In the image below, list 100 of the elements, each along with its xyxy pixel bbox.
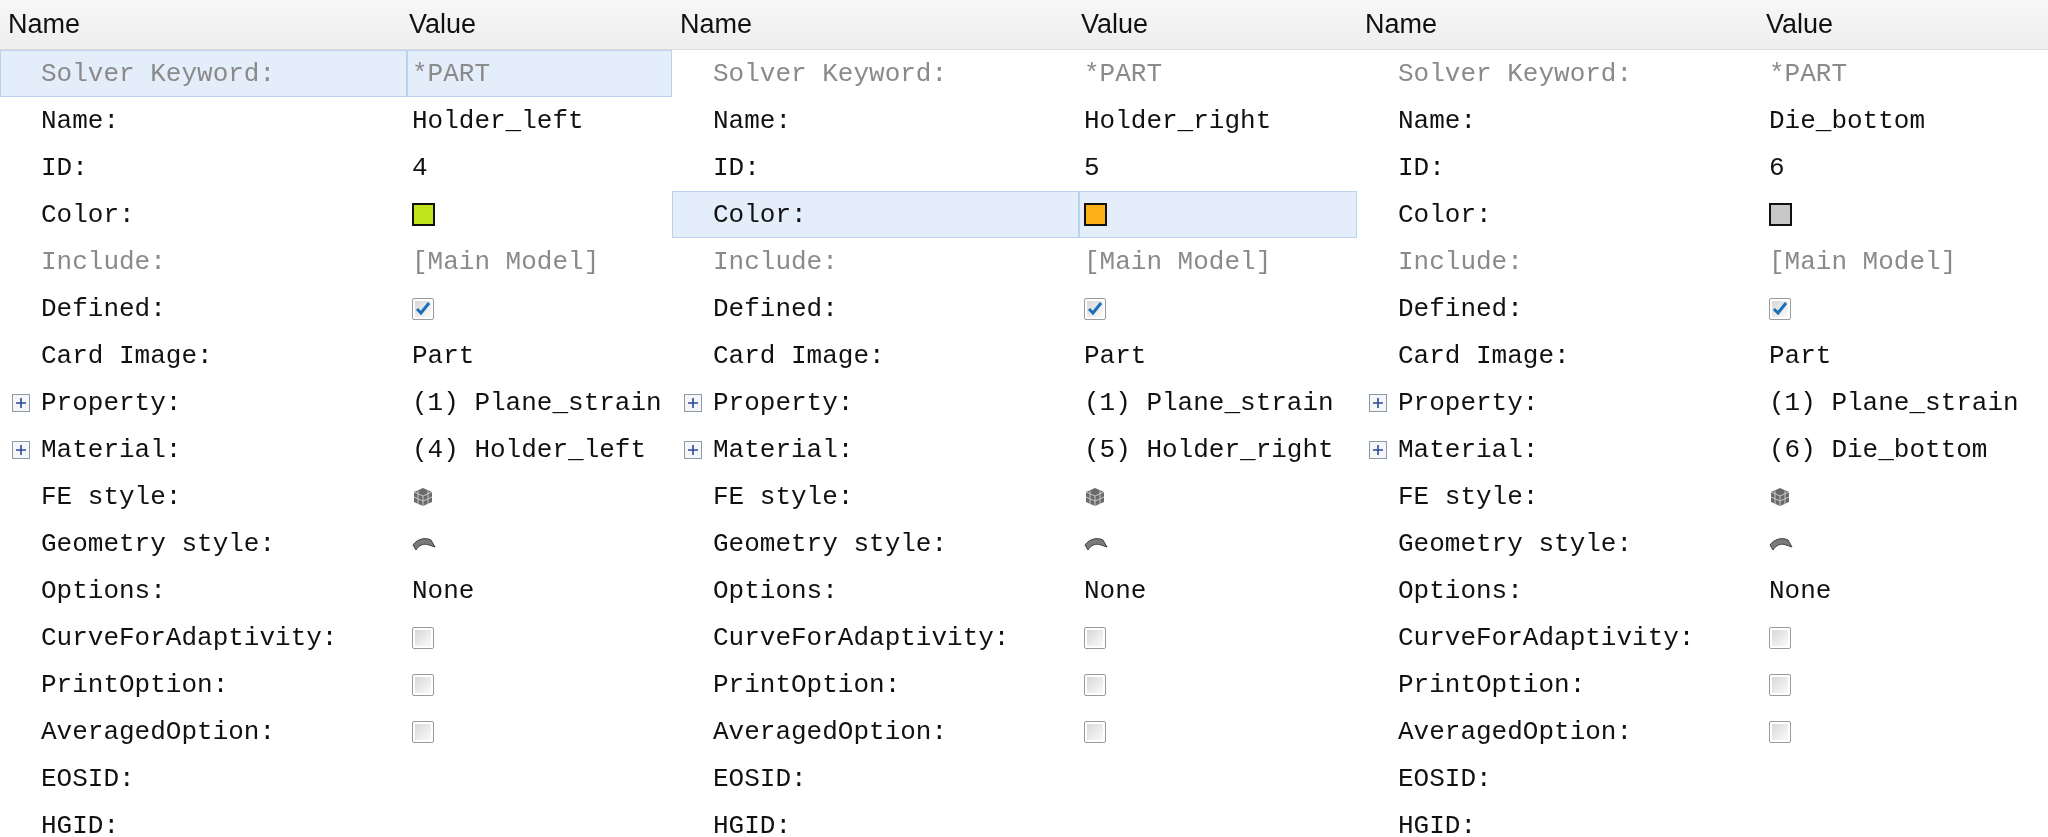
property-name: Property: xyxy=(713,387,854,418)
expand-icon[interactable] xyxy=(12,393,30,412)
property-row[interactable]: Geometry style: xyxy=(1357,520,2048,567)
property-name: Defined: xyxy=(1398,293,1523,324)
property-name: Options: xyxy=(41,575,166,606)
property-row[interactable]: AveragedOption: xyxy=(0,708,672,755)
column-header: Value xyxy=(408,9,478,40)
property-name: Property: xyxy=(41,387,182,418)
property-value: (1) Plane_strain xyxy=(1769,387,2019,418)
property-row[interactable]: PrintOption: xyxy=(0,661,672,708)
property-row[interactable]: HGID: xyxy=(1357,802,2048,837)
property-row[interactable]: PrintOption: xyxy=(672,661,1357,708)
property-name: CurveForAdaptivity: xyxy=(41,622,338,653)
property-row[interactable]: ID: 4 xyxy=(0,144,672,191)
checkbox[interactable] xyxy=(1084,720,1106,743)
property-row[interactable]: EOSID: xyxy=(1357,755,2048,802)
property-row[interactable]: CurveForAdaptivity: xyxy=(672,614,1357,661)
property-value: (6) Die_bottom xyxy=(1769,434,1988,465)
property-row[interactable]: Color: xyxy=(672,191,1357,238)
property-value: None xyxy=(412,575,475,606)
property-row[interactable]: Options: None xyxy=(0,567,672,614)
surface-icon xyxy=(1084,536,1108,551)
property-name: Color: xyxy=(713,199,807,230)
expand-icon[interactable] xyxy=(1369,393,1387,412)
property-row[interactable]: EOSID: xyxy=(0,755,672,802)
property-row[interactable]: CurveForAdaptivity: xyxy=(1357,614,2048,661)
expand-icon[interactable] xyxy=(12,440,30,459)
property-name: Geometry style: xyxy=(41,528,276,559)
property-row[interactable]: Geometry style: xyxy=(672,520,1357,567)
property-name: AveragedOption: xyxy=(713,716,948,747)
surface-icon xyxy=(1769,536,1793,551)
checkbox[interactable] xyxy=(1769,673,1791,696)
property-name: PrintOption: xyxy=(713,669,901,700)
checkbox[interactable] xyxy=(1084,626,1106,649)
property-row[interactable]: Options: None xyxy=(1357,567,2048,614)
column-header: Name xyxy=(679,9,754,40)
property-row[interactable]: AveragedOption: xyxy=(672,708,1357,755)
property-row[interactable]: PrintOption: xyxy=(1357,661,2048,708)
property-value: None xyxy=(1769,575,1832,606)
property-row[interactable]: Name: Die_bottom xyxy=(1357,97,2048,144)
property-name: ID: xyxy=(713,152,760,183)
property-name: Solver Keyword: xyxy=(41,58,276,89)
property-row[interactable]: Material: (5) Holder_right xyxy=(672,426,1357,473)
property-name: Include: xyxy=(713,246,838,277)
property-row[interactable]: Property: (1) Plane_strain xyxy=(1357,379,2048,426)
property-row[interactable]: Card Image: Part xyxy=(1357,332,2048,379)
property-row[interactable]: Color: xyxy=(0,191,672,238)
expand-icon[interactable] xyxy=(1369,440,1387,459)
color-swatch[interactable] xyxy=(1769,203,1792,226)
property-name: HGID: xyxy=(41,810,119,837)
checkbox[interactable] xyxy=(1769,720,1791,743)
property-row[interactable]: Color: xyxy=(1357,191,2048,238)
expand-icon[interactable] xyxy=(684,440,702,459)
checkbox[interactable] xyxy=(1769,626,1791,649)
mesh-cube-icon xyxy=(1084,486,1106,507)
property-name: HGID: xyxy=(713,810,791,837)
property-row[interactable]: HGID: xyxy=(672,802,1357,837)
property-value: [Main Model] xyxy=(1769,246,1957,277)
property-value: (1) Plane_strain xyxy=(412,387,662,418)
property-value: (1) Plane_strain xyxy=(1084,387,1334,418)
property-name: Include: xyxy=(1398,246,1523,277)
checkbox[interactable] xyxy=(412,720,434,743)
property-name: Name: xyxy=(41,105,119,136)
checkbox[interactable] xyxy=(412,673,434,696)
property-row[interactable]: FE style: xyxy=(672,473,1357,520)
property-row[interactable]: Options: None xyxy=(672,567,1357,614)
property-row[interactable]: ID: 6 xyxy=(1357,144,2048,191)
property-name: FE style: xyxy=(41,481,182,512)
property-name: Name: xyxy=(713,105,791,136)
property-row[interactable]: Material: (4) Holder_left xyxy=(0,426,672,473)
property-value: 6 xyxy=(1769,152,1785,183)
property-name: ID: xyxy=(41,152,88,183)
property-row[interactable]: Card Image: Part xyxy=(672,332,1357,379)
column-header: Name xyxy=(7,9,82,40)
property-row[interactable]: Name: Holder_left xyxy=(0,97,672,144)
checkbox[interactable] xyxy=(1084,673,1106,696)
property-row[interactable]: Name: Holder_right xyxy=(672,97,1357,144)
property-row[interactable]: Card Image: Part xyxy=(0,332,672,379)
color-swatch[interactable] xyxy=(1084,203,1107,226)
property-row[interactable]: AveragedOption: xyxy=(1357,708,2048,755)
property-row[interactable]: Defined: xyxy=(1357,285,2048,332)
property-row[interactable]: EOSID: xyxy=(672,755,1357,802)
property-row[interactable]: Property: (1) Plane_strain xyxy=(672,379,1357,426)
property-row[interactable]: HGID: xyxy=(0,802,672,837)
property-value: *PART xyxy=(412,58,490,89)
property-row[interactable]: Property: (1) Plane_strain xyxy=(0,379,672,426)
checkbox[interactable] xyxy=(412,626,434,649)
checkbox[interactable] xyxy=(1769,297,1791,320)
property-row[interactable]: FE style: xyxy=(1357,473,2048,520)
property-row[interactable]: Defined: xyxy=(0,285,672,332)
color-swatch[interactable] xyxy=(412,203,435,226)
property-row[interactable]: Material: (6) Die_bottom xyxy=(1357,426,2048,473)
property-row[interactable]: Geometry style: xyxy=(0,520,672,567)
checkbox[interactable] xyxy=(1084,297,1106,320)
property-row[interactable]: FE style: xyxy=(0,473,672,520)
property-row[interactable]: CurveForAdaptivity: xyxy=(0,614,672,661)
property-row[interactable]: ID: 5 xyxy=(672,144,1357,191)
property-row[interactable]: Defined: xyxy=(672,285,1357,332)
expand-icon[interactable] xyxy=(684,393,702,412)
checkbox[interactable] xyxy=(412,297,434,320)
